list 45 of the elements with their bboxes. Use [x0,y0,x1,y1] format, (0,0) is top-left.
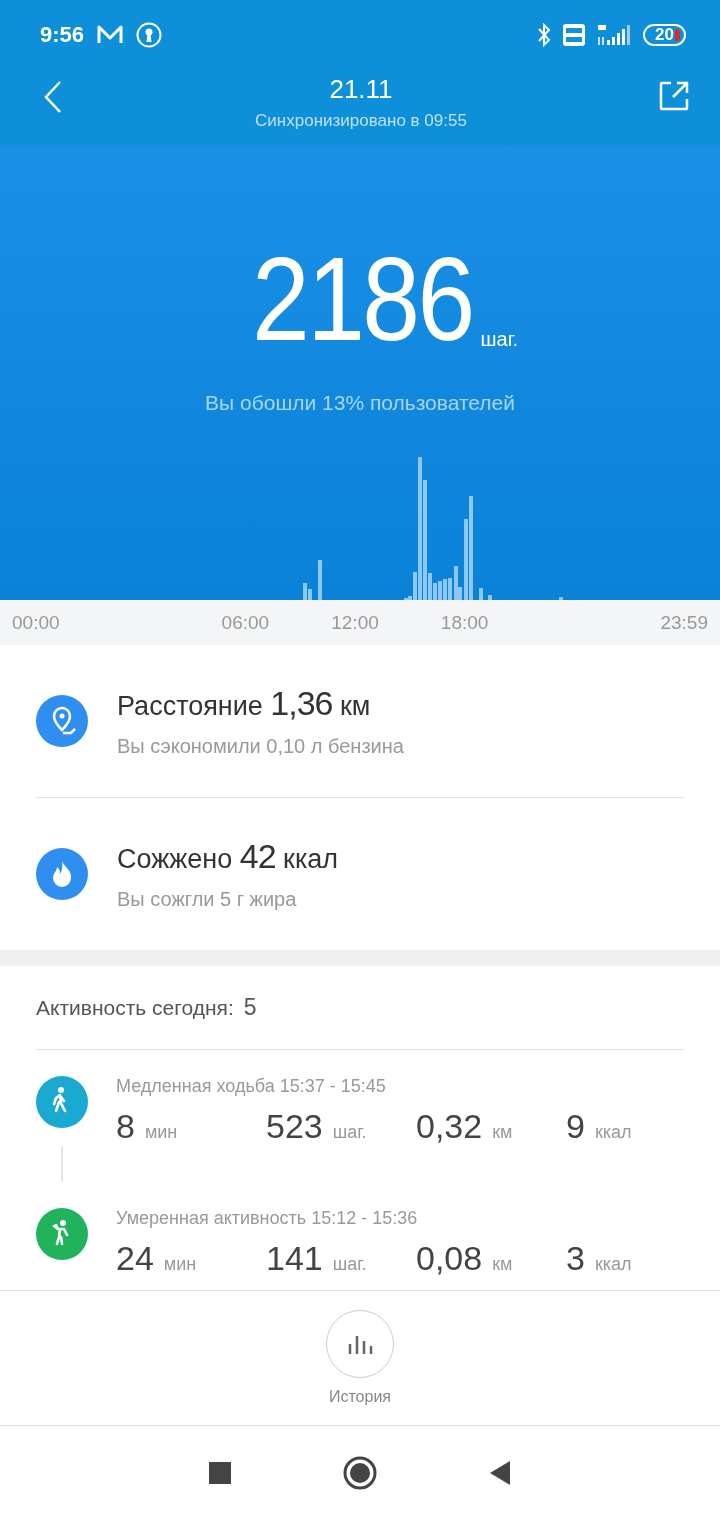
person-icon [36,1208,88,1260]
summary-subtitle: Вы сожгли 5 г жира [117,888,298,911]
activity-title: Умеренная активность 15:12 - 15:36 [116,1208,419,1229]
flame-icon [36,848,88,900]
chart-bar [479,588,483,600]
time-label: 18:00 [440,611,489,634]
step-count: 2186 [252,243,473,355]
summary-title: Сожжено 42 ккал [117,837,339,876]
sync-status: Синхронизировано в 09:55 [255,111,467,131]
activity-label: Активность сегодня: [36,995,234,1020]
activity-stat: 523 шаг. [266,1107,368,1146]
status-time: 9:56 [40,22,85,48]
location-icon [36,695,88,747]
time-label: 00:00 [12,611,60,634]
summary-title: Расстояние 1,36 км [117,684,372,723]
date-title: 21.11 [329,74,393,105]
home-icon[interactable] [342,1455,378,1491]
back-icon[interactable] [488,1460,512,1486]
step-unit: шаг. [480,328,519,351]
activity-stat: 8 мин [116,1107,179,1146]
history-label: История [328,1388,391,1406]
activity-count: 5 [243,994,257,1021]
walking-icon [36,1076,88,1128]
comparison-text: Вы обошли 13% пользователей [205,391,515,415]
time-label: 06:00 [221,611,270,634]
chart-bar [318,560,322,600]
time-label: 12:00 [331,611,379,634]
activity-title: Медленная ходьба 15:37 - 15:45 [116,1076,387,1097]
mail-icon [96,24,125,46]
activity-stat: 3 ккал [566,1239,633,1278]
time-label: 23:59 [660,611,708,634]
activity-stat: 0,32 км [416,1107,514,1146]
recents-icon[interactable] [208,1461,232,1485]
keyhole-icon [136,22,163,48]
bluetooth-icon [537,23,552,47]
activity-stat: 24 мин [116,1239,198,1278]
signal-icon [597,23,632,47]
activity-stat: 141 шаг. [266,1239,368,1278]
back-button[interactable] [42,80,64,114]
activity-stat: 0,08 км [416,1239,514,1278]
chart-bar [488,595,492,600]
summary-subtitle: Вы сэкономили 0,10 л бензина [117,735,404,758]
activity-stat: 9 ккал [566,1107,633,1146]
battery-icon: 20 [643,24,686,46]
share-button[interactable] [658,80,690,112]
